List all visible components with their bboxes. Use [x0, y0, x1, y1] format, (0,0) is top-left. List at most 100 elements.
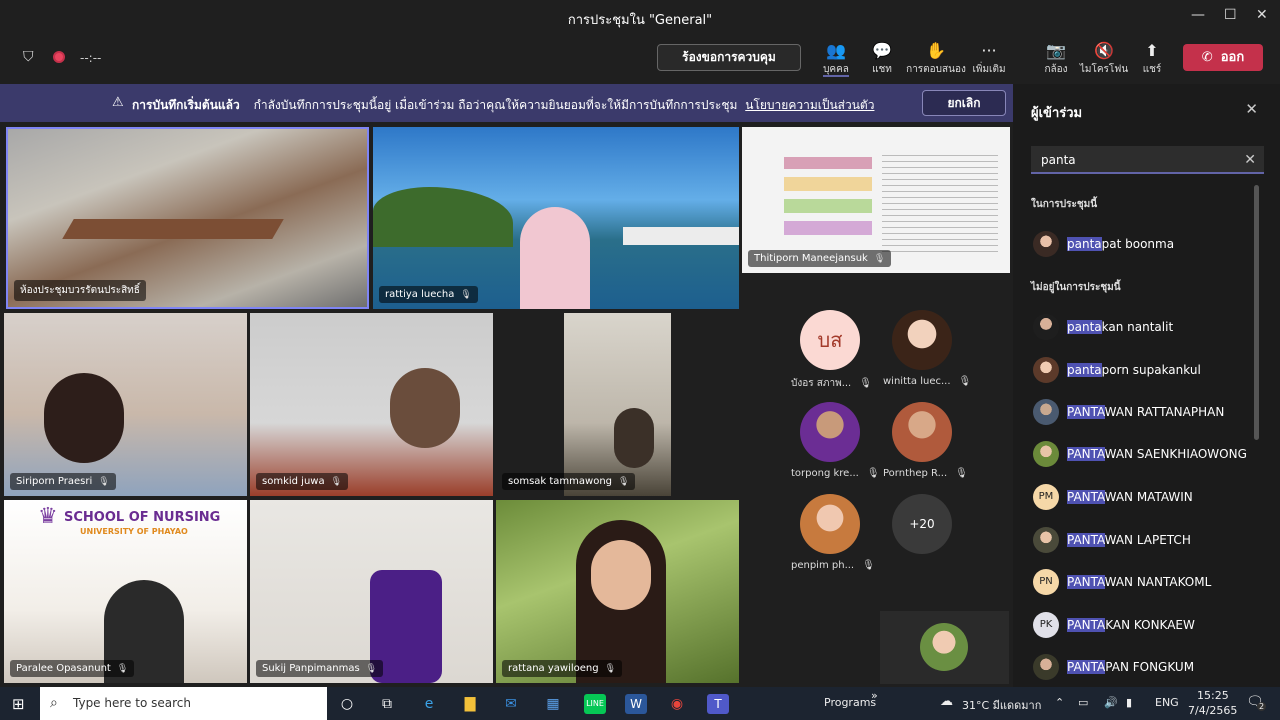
avatar — [1033, 314, 1059, 340]
tray-overflow-icon[interactable]: ⌃ — [1055, 696, 1064, 709]
list-item[interactable]: pantakan nantalit — [1033, 314, 1253, 342]
list-item[interactable]: PK PANTAKAN KONKAEW — [1033, 612, 1253, 640]
more-button[interactable]: ··· เพิ่มเติม — [959, 40, 1019, 77]
mic-off-icon: 🎙 — [955, 468, 968, 479]
more-attendees-button[interactable]: +20 — [892, 494, 952, 554]
taskbar-search-input[interactable]: Type here to search — [40, 687, 327, 720]
avatar: PM — [1033, 484, 1059, 510]
close-window-icon[interactable]: ✕ — [1256, 7, 1268, 23]
school-logo-icon: ♛ — [38, 504, 58, 529]
clear-icon[interactable]: ✕ — [1244, 146, 1256, 174]
minimize-icon[interactable]: — — [1191, 7, 1205, 23]
panel-scrollbar[interactable] — [1254, 185, 1259, 440]
video-tile[interactable]: somsak tammawong 🎙 — [496, 313, 739, 496]
clock-date[interactable]: 7/4/2565 — [1188, 704, 1237, 717]
person-silhouette — [44, 373, 124, 463]
video-tile[interactable]: Siriporn Praesri 🎙 — [4, 313, 247, 496]
mic-off-icon: 🎙 — [116, 664, 129, 674]
more-icon: ··· — [981, 41, 997, 60]
section-not-in-meeting: ไม่อยู่ในการประชุมนี้ — [1031, 282, 1121, 293]
windows-start-icon[interactable]: ⊞ — [12, 695, 25, 713]
search-icon: ⌕ — [50, 695, 58, 711]
hand-icon: ✋ — [926, 41, 946, 60]
mic-off-icon: 🎙 — [958, 376, 972, 387]
avatar[interactable] — [800, 402, 860, 462]
mic-off-icon: 🎙 — [460, 290, 472, 300]
store-icon[interactable]: ▦ — [542, 694, 564, 714]
avatar[interactable] — [892, 310, 952, 370]
teams-icon[interactable]: T — [707, 694, 729, 714]
mic-off-icon: 🎙 — [866, 468, 880, 479]
mail-icon[interactable]: ✉ — [500, 694, 522, 714]
recording-banner: ⚠ การบันทึกเริ่มต้นแล้ว กำลังบันทึกการปร… — [0, 84, 1013, 122]
word-icon[interactable]: W — [625, 694, 647, 714]
mic-off-icon: 🎙 — [873, 254, 886, 264]
meeting-toolbar: ⛉ --:-- ร้องขอการควบคุม 👥 บุคคล 💬 แชท ✋ การ… — [0, 34, 1280, 84]
edge-icon[interactable]: e — [418, 694, 440, 714]
avatar — [1033, 654, 1059, 680]
video-tile[interactable]: rattiya luecha 🎙 — [373, 127, 739, 309]
avatar[interactable] — [800, 494, 860, 554]
chrome-icon[interactable]: ◉ — [666, 694, 688, 714]
avatar — [1033, 527, 1059, 553]
avatar — [1033, 441, 1059, 467]
reactions-button[interactable]: ✋ การตอบสนอง — [905, 40, 967, 77]
chevron-icon[interactable]: » — [871, 689, 878, 702]
notification-count: 2 — [1257, 702, 1267, 711]
avatar — [920, 623, 968, 671]
meeting-timer: --:-- — [80, 51, 102, 65]
network-icon: ▭ — [1078, 696, 1089, 709]
video-tile[interactable]: somkid juwa 🎙 — [250, 313, 493, 496]
line-icon[interactable]: LINE — [584, 694, 606, 714]
avatar: PK — [1033, 612, 1059, 638]
person-silhouette — [520, 207, 590, 309]
battery-icon: ▮ — [1126, 696, 1133, 709]
list-item[interactable]: PANTAWAN RATTANAPHAN — [1033, 399, 1253, 427]
programs-toolbar[interactable]: Programs — [824, 696, 876, 709]
volume-icon[interactable]: 🔊 — [1104, 696, 1118, 709]
video-tile[interactable]: ♛ SCHOOL OF NURSING UNIVERSITY OF PHAYAO… — [4, 500, 247, 683]
avatar[interactable] — [892, 402, 952, 462]
dismiss-banner-button[interactable]: ยกเลิก — [922, 90, 1006, 116]
mic-off-icon: 🎙 — [98, 477, 110, 487]
section-in-meeting: ในการประชุมนี้ — [1031, 199, 1098, 210]
maximize-icon[interactable]: ☐ — [1224, 7, 1237, 23]
chat-button[interactable]: 💬 แชท — [852, 40, 912, 77]
warning-icon: ⚠ — [112, 95, 124, 110]
banner-message: กำลังบันทึกการประชุมนี้อยู่ เมื่อเข้าร่ว… — [253, 98, 738, 112]
share-button[interactable]: ⬆ แชร์ — [1122, 40, 1182, 77]
search-input[interactable]: panta ✕ — [1031, 146, 1264, 174]
leave-button[interactable]: ✆ ออก — [1183, 44, 1263, 71]
list-item[interactable]: PANTAWAN SAENKHIAOWONG — [1033, 441, 1253, 469]
banner-title: การบันทึกเริ่มต้นแล้ว — [132, 98, 240, 112]
list-item[interactable]: pantapat boonma — [1033, 231, 1253, 259]
privacy-policy-link[interactable]: นโยบายความเป็นส่วนตัว — [745, 98, 874, 112]
file-explorer-icon[interactable]: ▇ — [459, 694, 481, 714]
list-item[interactable]: PN PANTAWAN NANTAKOML — [1033, 569, 1253, 597]
mic-off-icon: 🎙 — [330, 477, 343, 487]
share-icon: ⬆ — [1145, 41, 1159, 60]
video-tile[interactable]: ห้องประชุมบวรรัตนประสิทธิ์ — [6, 127, 369, 309]
recording-icon — [53, 51, 65, 63]
close-icon[interactable]: ✕ — [1245, 100, 1258, 118]
avatar[interactable]: บส — [800, 310, 860, 370]
request-control-button[interactable]: ร้องขอการควบคุม — [657, 44, 801, 71]
list-item[interactable]: PANTAPAN FONGKUM — [1033, 654, 1253, 682]
list-item[interactable]: PANTAWAN LAPETCH — [1033, 527, 1253, 555]
participants-panel: ผู้เข้าร่วม ✕ panta ✕ ในการประชุมนี้ pant… — [1013, 84, 1280, 687]
language-indicator[interactable]: ENG — [1155, 696, 1179, 709]
avatar — [1033, 399, 1059, 425]
clock-time[interactable]: 15:25 — [1197, 689, 1229, 702]
cortana-icon[interactable]: ○ — [336, 694, 358, 714]
video-tile[interactable]: rattana yawiloeng 🎙 — [496, 500, 739, 683]
list-item[interactable]: PM PANTAWAN MATAWIN — [1033, 484, 1253, 512]
avatar: PN — [1033, 569, 1059, 595]
list-item[interactable]: pantaporn supakankul — [1033, 357, 1253, 385]
panel-title: ผู้เข้าร่วม — [1031, 106, 1083, 121]
mic-off-icon: 🎙 — [862, 560, 875, 571]
weather-widget[interactable]: 31°C มีแดดมาก — [962, 696, 1041, 714]
task-view-icon[interactable]: ⧉ — [376, 694, 398, 714]
video-tile[interactable]: Sukij Panpimanmas 🎙 — [250, 500, 493, 683]
mic-off-icon: 🎙 — [859, 378, 872, 389]
shared-screen-tile[interactable]: Thitiporn Maneejansuk 🎙 — [742, 127, 1010, 273]
